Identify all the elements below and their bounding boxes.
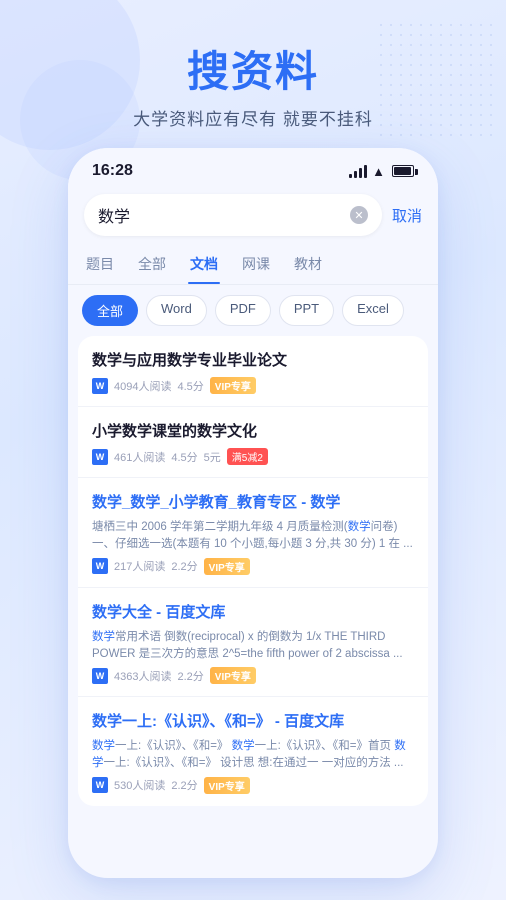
result-item-4[interactable]: 数学大全 - 百度文库 数学常用术语 倒数(reciprocal) x 的倒数为…: [78, 588, 428, 698]
result-reads-3: 217人阅读: [114, 558, 165, 574]
result-reads-2: 461人阅读: [114, 449, 165, 465]
word-icon-1: W: [92, 378, 108, 394]
vip-badge-5: VIP专享: [204, 777, 250, 794]
result-rating-4: 2.2分: [177, 668, 203, 684]
result-meta-4: W 4363人阅读 2.2分 VIP专享: [92, 667, 414, 684]
hero-subtitle: 大学资料应有尽有 就要不挂科: [0, 105, 506, 130]
discount-badge-2: 满5减2: [227, 448, 268, 465]
tab-all[interactable]: 全部: [136, 246, 168, 284]
status-icons: ▲: [349, 164, 414, 179]
tabs-row: 题目 全部 文档 网课 教材: [68, 246, 438, 285]
search-bar-row: 数学 ✕ 取消: [68, 188, 438, 246]
tab-questions[interactable]: 题目: [84, 246, 116, 284]
word-icon-4: W: [92, 668, 108, 684]
filter-ppt[interactable]: PPT: [279, 295, 334, 326]
result-title-5: 数学一上:《认识》、《和=》 - 百度文库: [92, 711, 414, 732]
result-item-1[interactable]: 数学与应用数学专业毕业论文 W 4094人阅读 4.5分 VIP专享: [78, 336, 428, 407]
result-snippet-4: 数学常用术语 倒数(reciprocal) x 的倒数为 1/x THE THI…: [92, 629, 414, 664]
status-time: 16:28: [92, 162, 133, 180]
result-meta-5: W 530人阅读 2.2分 VIP专享: [92, 777, 414, 794]
result-item-2[interactable]: 小学数学课堂的数学文化 W 461人阅读 4.5分 5元 满5减2: [78, 407, 428, 478]
word-icon-5: W: [92, 777, 108, 793]
result-item-5[interactable]: 数学一上:《认识》、《和=》 - 百度文库 数学一上:《认识》、《和=》 数学一…: [78, 697, 428, 806]
filter-word[interactable]: Word: [146, 295, 207, 326]
search-query-text: 数学: [98, 203, 350, 227]
snippet-keyword-3: 数学: [348, 521, 371, 533]
signal-icon: [349, 165, 367, 178]
vip-badge-3: VIP专享: [204, 558, 250, 575]
result-rating-3: 2.2分: [171, 558, 197, 574]
word-icon-2: W: [92, 449, 108, 465]
tab-docs[interactable]: 文档: [188, 246, 220, 284]
hero-title: 搜资料: [0, 38, 506, 99]
word-icon-3: W: [92, 558, 108, 574]
results-list: 数学与应用数学专业毕业论文 W 4094人阅读 4.5分 VIP专享 小学数学课…: [78, 336, 428, 806]
result-snippet-5: 数学一上:《认识》、《和=》 数学一上:《认识》、《和=》首页 数学一上:《认识…: [92, 738, 414, 773]
phone-mockup: 16:28 ▲ 数学 ✕ 取消 题目 全部 文档 网课 教材 全部 Word P…: [68, 148, 438, 878]
result-rating-2: 4.5分: [171, 449, 197, 465]
search-input-wrap[interactable]: 数学 ✕: [84, 194, 382, 236]
filter-all[interactable]: 全部: [82, 295, 138, 326]
result-title-3: 数学_数学_小学教育_教育专区 - 数学: [92, 492, 414, 513]
vip-badge-1: VIP专享: [210, 377, 256, 394]
tab-textbooks[interactable]: 教材: [292, 246, 324, 284]
tab-courses[interactable]: 网课: [240, 246, 272, 284]
result-rating-5: 2.2分: [171, 777, 197, 793]
result-title-1: 数学与应用数学专业毕业论文: [92, 350, 414, 371]
snippet-keyword-4a: 数学: [92, 631, 115, 643]
status-bar: 16:28 ▲: [68, 148, 438, 188]
search-clear-button[interactable]: ✕: [350, 206, 368, 224]
result-item-3[interactable]: 数学_数学_小学教育_教育专区 - 数学 塘栖三中 2006 学年第二学期九年级…: [78, 478, 428, 588]
hero-section: 搜资料 大学资料应有尽有 就要不挂科: [0, 0, 506, 130]
result-meta-1: W 4094人阅读 4.5分 VIP专享: [92, 377, 414, 394]
result-reads-5: 530人阅读: [114, 777, 165, 793]
result-rating-1: 4.5分: [177, 378, 203, 394]
wifi-icon: ▲: [372, 164, 385, 179]
result-title-2: 小学数学课堂的数学文化: [92, 421, 414, 442]
battery-icon: [392, 165, 414, 177]
result-reads-4: 4363人阅读: [114, 668, 171, 684]
filter-pdf[interactable]: PDF: [215, 295, 271, 326]
snippet-keyword-5a: 数学: [92, 740, 115, 752]
result-price-2: 5元: [204, 449, 221, 465]
result-title-4: 数学大全 - 百度文库: [92, 602, 414, 623]
filter-row: 全部 Word PDF PPT Excel: [68, 285, 438, 336]
result-meta-3: W 217人阅读 2.2分 VIP专享: [92, 558, 414, 575]
filter-excel[interactable]: Excel: [342, 295, 404, 326]
result-meta-2: W 461人阅读 4.5分 5元 满5减2: [92, 448, 414, 465]
result-snippet-3: 塘栖三中 2006 学年第二学期九年级 4 月质量检测(数学问卷) 一、仔细选一…: [92, 519, 414, 554]
vip-badge-4: VIP专享: [210, 667, 256, 684]
search-cancel-button[interactable]: 取消: [392, 205, 422, 226]
result-reads-1: 4094人阅读: [114, 378, 171, 394]
